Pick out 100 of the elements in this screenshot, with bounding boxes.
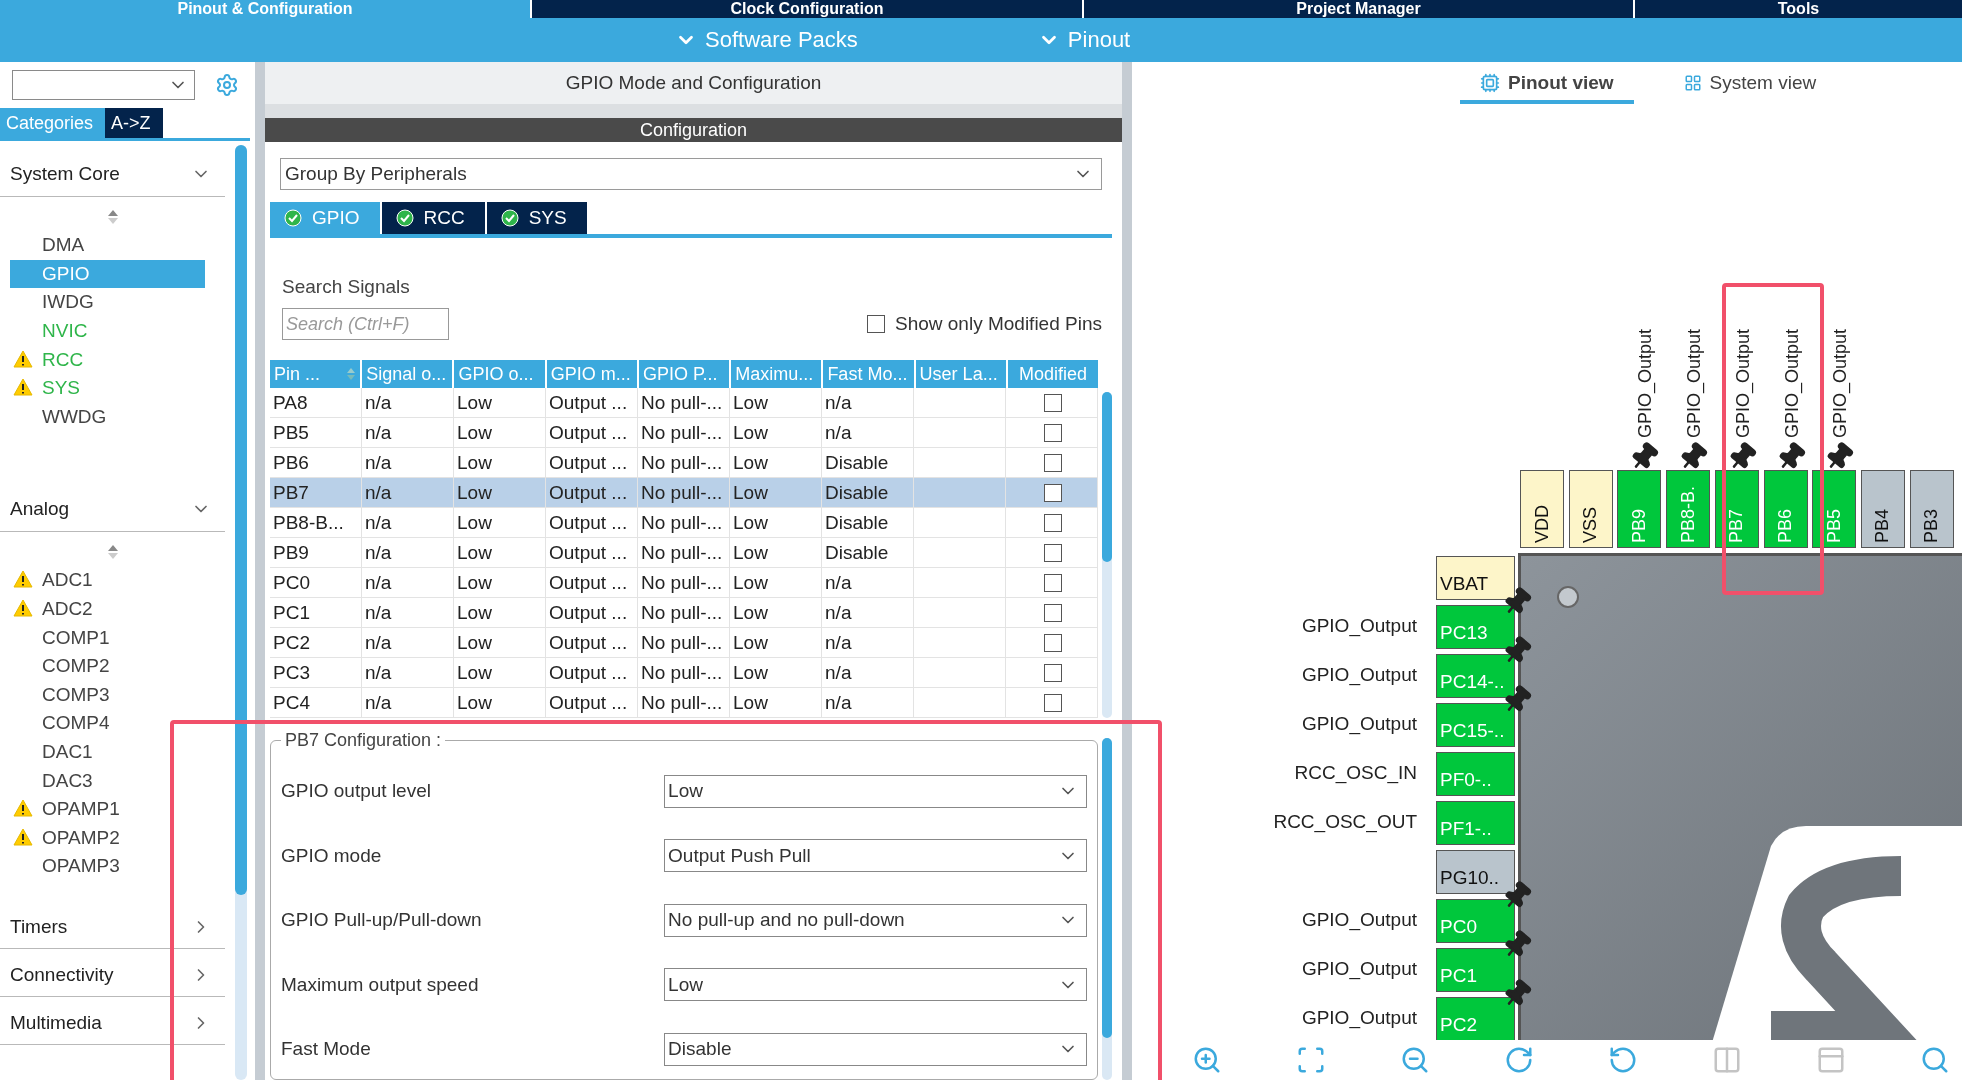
top-tab[interactable]: Clock Configuration <box>532 0 1082 18</box>
table-cell: Low <box>730 688 823 718</box>
panel-title: GPIO Mode and Configuration <box>265 62 1122 104</box>
table-row[interactable]: PB9 n/a Low Output ... No pull-... Low Disable <box>270 538 1099 568</box>
peripheral-tab[interactable]: RCC <box>381 202 485 234</box>
sidebar-item[interactable]: OPAMP2 <box>10 823 205 853</box>
warning-icon <box>13 378 33 397</box>
chip-pin[interactable]: PG10.. <box>1436 850 1515 894</box>
checkbox[interactable] <box>1044 663 1063 682</box>
field-label: Fast Mode <box>281 1038 371 1061</box>
top-tab[interactable]: Tools <box>1635 0 1962 18</box>
warning-icon <box>13 827 33 846</box>
select-field[interactable]: Low <box>664 774 1088 808</box>
checkbox[interactable] <box>1044 423 1063 442</box>
sidebar-item[interactable]: COMP3 <box>10 680 205 710</box>
chip-pin[interactable]: PB4 <box>1860 470 1905 548</box>
table-row[interactable]: PB8-B... n/a Low Output ... No pull-... Low Disable <box>270 508 1099 538</box>
category-header[interactable]: Connectivity <box>0 954 225 997</box>
checkbox[interactable] <box>1044 453 1063 472</box>
checkbox[interactable] <box>1044 543 1063 562</box>
select-field[interactable]: Low <box>664 968 1088 1002</box>
checkbox[interactable] <box>1044 573 1063 592</box>
check-circle-icon <box>500 209 519 227</box>
peripheral-tab[interactable]: SYS <box>486 202 587 234</box>
table-row[interactable]: PC2 n/a Low Output ... No pull-... Low n/a <box>270 628 1099 658</box>
sidebar-item[interactable]: ADC1 <box>10 566 205 595</box>
view-tab[interactable]: Pinout view <box>1460 66 1634 104</box>
pin-one-dot <box>1557 586 1579 608</box>
chip-pin[interactable]: VDD <box>1520 470 1564 548</box>
search-combo[interactable] <box>12 70 195 100</box>
table-row[interactable]: PB6 n/a Low Output ... No pull-... Low Disable <box>270 448 1099 478</box>
pin-signal-label: GPIO_Output <box>1830 328 1852 438</box>
sort-icon[interactable] <box>106 544 119 561</box>
sidebar-item[interactable]: OPAMP1 <box>10 794 205 824</box>
category-header[interactable]: System Core <box>0 151 225 197</box>
checkbox[interactable] <box>1044 393 1063 412</box>
chip-pin[interactable]: VBAT <box>1436 556 1515 600</box>
settings-icon[interactable] <box>215 73 239 97</box>
field-label: GPIO output level <box>281 780 431 803</box>
checkbox[interactable] <box>1044 603 1063 622</box>
show-modified-checkbox[interactable]: Show only Modified Pins <box>867 313 1102 335</box>
warning-icon <box>13 570 33 589</box>
sidebar-item[interactable]: IWDG <box>10 288 205 317</box>
table-row[interactable]: PC4 n/a Low Output ... No pull-... Low n/a <box>270 688 1099 718</box>
sidebar-item[interactable]: COMP1 <box>10 623 205 652</box>
table-cell: PC4 <box>270 688 362 718</box>
table-row[interactable]: PB5 n/a Low Output ... No pull-... Low n/a <box>270 418 1099 448</box>
sort-icon[interactable] <box>106 209 119 225</box>
fit-screen-icon[interactable] <box>1296 1045 1326 1075</box>
table-row[interactable]: PC0 n/a Low Output ... No pull-... Low n/a <box>270 568 1099 598</box>
category-header[interactable]: Multimedia <box>0 1002 225 1045</box>
category-header[interactable]: Timers <box>0 906 225 949</box>
pin-signal-label: GPIO_Output <box>1732 328 1754 438</box>
table-row[interactable]: PC3 n/a Low Output ... No pull-... Low n/a <box>270 658 1099 688</box>
select-field[interactable]: Disable <box>664 1032 1088 1066</box>
zoom-out-icon[interactable] <box>1400 1045 1430 1075</box>
check-circle-icon <box>284 209 302 227</box>
sidebar-item[interactable]: OPAMP3 <box>10 852 205 881</box>
warning-icon <box>13 599 33 618</box>
category-label: Analog <box>10 497 70 520</box>
select-field[interactable]: No pull-up and no pull-down <box>664 903 1088 937</box>
zoom-in-icon[interactable] <box>1192 1045 1222 1075</box>
sidebar-item[interactable]: DAC3 <box>10 766 205 795</box>
check-circle-icon <box>395 209 414 227</box>
table-row[interactable]: PC1 n/a Low Output ... No pull-... Low n/a <box>270 598 1099 628</box>
sidebar-item[interactable]: DMA <box>10 231 205 260</box>
pin-signal-label: GPIO_Output <box>1301 615 1417 637</box>
sidebar-item[interactable]: COMP2 <box>10 651 205 681</box>
scrollbar[interactable] <box>1102 738 1112 1080</box>
view-tab[interactable]: System view <box>1663 66 1837 104</box>
search-field[interactable]: Search (Ctrl+F) <box>282 308 449 340</box>
table-row[interactable]: PA8 n/a Low Output ... No pull-... Low n/a <box>270 388 1099 418</box>
checkbox[interactable] <box>1044 483 1063 502</box>
group-by-dropdown[interactable]: Group By Peripherals <box>280 158 1102 190</box>
table-row[interactable]: PB7 n/a Low Output ... No pull-... Low Disable <box>270 478 1099 508</box>
sidebar-item[interactable]: ADC2 <box>10 594 205 624</box>
sidebar-item[interactable]: COMP4 <box>10 709 205 738</box>
select-field[interactable]: Output Push Pull <box>664 839 1088 873</box>
sidebar-tab[interactable]: A->Z <box>105 108 163 138</box>
rotate-left-icon[interactable] <box>1608 1045 1638 1075</box>
search-label: Search Signals <box>282 276 410 298</box>
pin-signal-label: GPIO_Output <box>1301 713 1417 735</box>
sidebar-item[interactable]: WWDG <box>10 402 205 432</box>
scrollbar[interactable] <box>1102 392 1112 718</box>
checkbox[interactable] <box>1044 513 1063 532</box>
chip-pin[interactable]: PB3 <box>1909 470 1954 548</box>
scrollbar[interactable] <box>235 145 247 1080</box>
pin-signal-label: GPIO_Output <box>1301 664 1417 686</box>
category-header[interactable]: Analog <box>0 486 225 533</box>
search-icon[interactable] <box>1920 1045 1950 1075</box>
checkbox[interactable] <box>1044 693 1063 712</box>
top-tab[interactable]: Project Manager <box>1084 0 1633 18</box>
field-label: Maximum output speed <box>281 973 479 996</box>
category-label: Timers <box>10 916 68 939</box>
rotate-right-icon[interactable] <box>1504 1045 1534 1075</box>
field-label: GPIO Pull-up/Pull-down <box>281 909 482 932</box>
table-cell: Low <box>454 688 546 718</box>
chip-pin[interactable]: VSS <box>1568 470 1613 548</box>
checkbox[interactable] <box>1044 633 1063 652</box>
sidebar-item[interactable]: DAC1 <box>10 737 205 767</box>
